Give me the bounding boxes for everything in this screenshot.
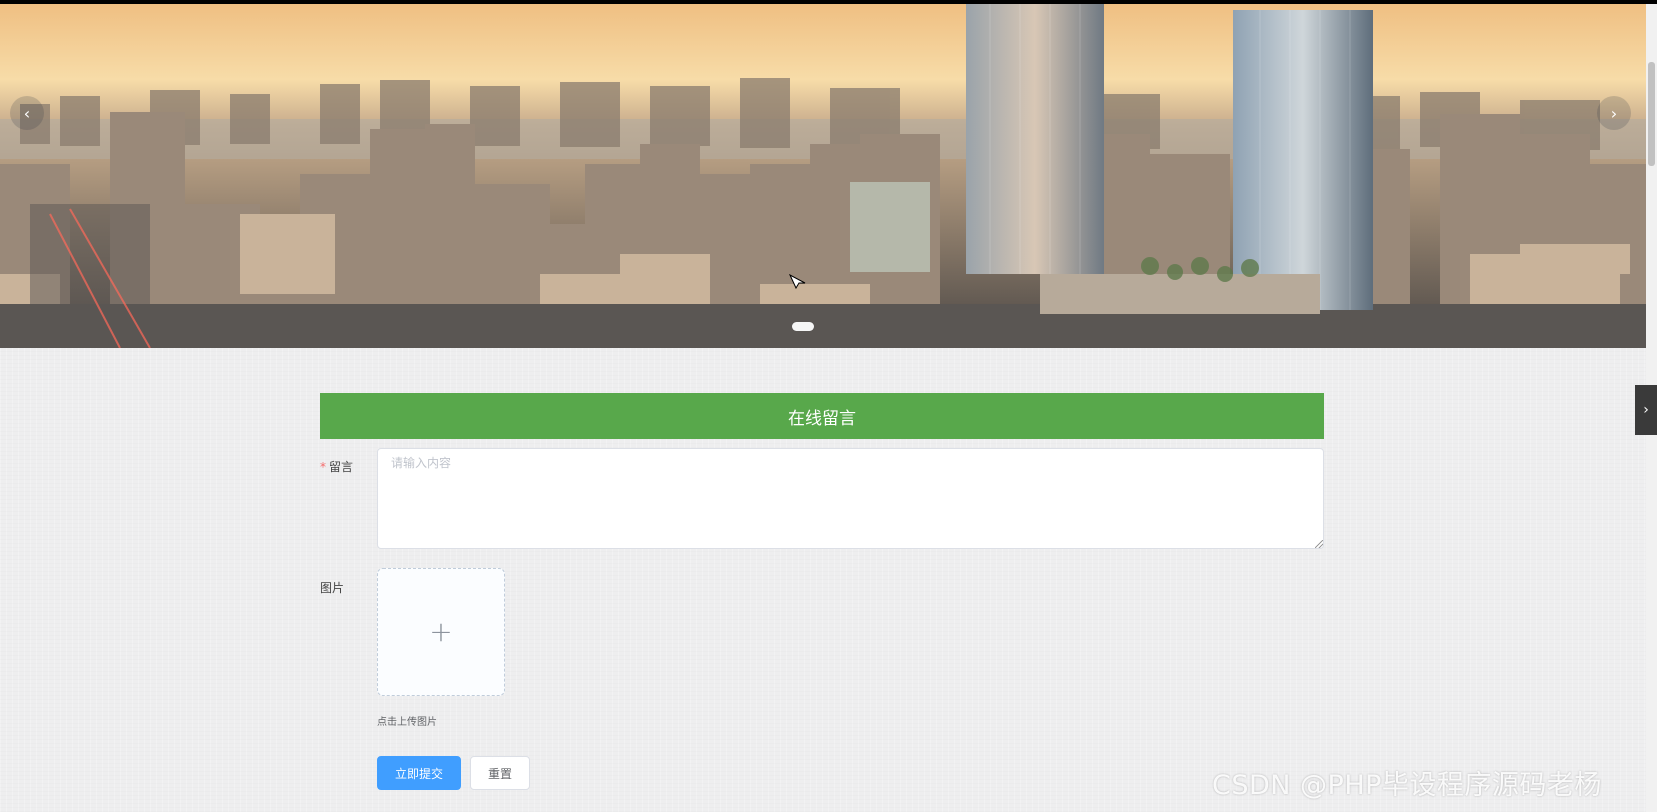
message-label: * 留言 <box>320 458 353 475</box>
image-upload-button[interactable]: + <box>377 568 505 696</box>
side-panel-toggle[interactable]: › <box>1635 385 1657 435</box>
upload-hint: 点击上传图片 <box>377 717 437 728</box>
reset-button[interactable]: 重置 <box>470 756 530 790</box>
required-mark: * <box>320 460 326 474</box>
chevron-left-icon: ‹ <box>23 103 31 123</box>
scrollbar-thumb[interactable] <box>1648 62 1655 166</box>
banner-carousel[interactable]: ‹ › <box>0 4 1646 348</box>
submit-button[interactable]: 立即提交 <box>377 756 461 790</box>
resize-handle[interactable] <box>1315 540 1323 548</box>
chevron-right-icon: › <box>1610 103 1618 123</box>
carousel-indicator-1[interactable] <box>792 322 814 331</box>
image-label: 图片 <box>320 581 345 595</box>
plus-icon: + <box>429 615 453 648</box>
city-skyline-image <box>0 4 1646 348</box>
carousel-next-button[interactable]: › <box>1597 96 1631 130</box>
carousel-indicators <box>792 322 814 331</box>
watermark: CSDN @PHP毕设程序源码老杨 <box>1212 770 1602 801</box>
chevron-right-icon: › <box>1643 402 1649 418</box>
message-textarea[interactable] <box>377 448 1324 549</box>
form-title: 在线留言 <box>320 393 1324 439</box>
message-label-text: 留言 <box>329 460 354 474</box>
carousel-prev-button[interactable]: ‹ <box>10 96 44 130</box>
